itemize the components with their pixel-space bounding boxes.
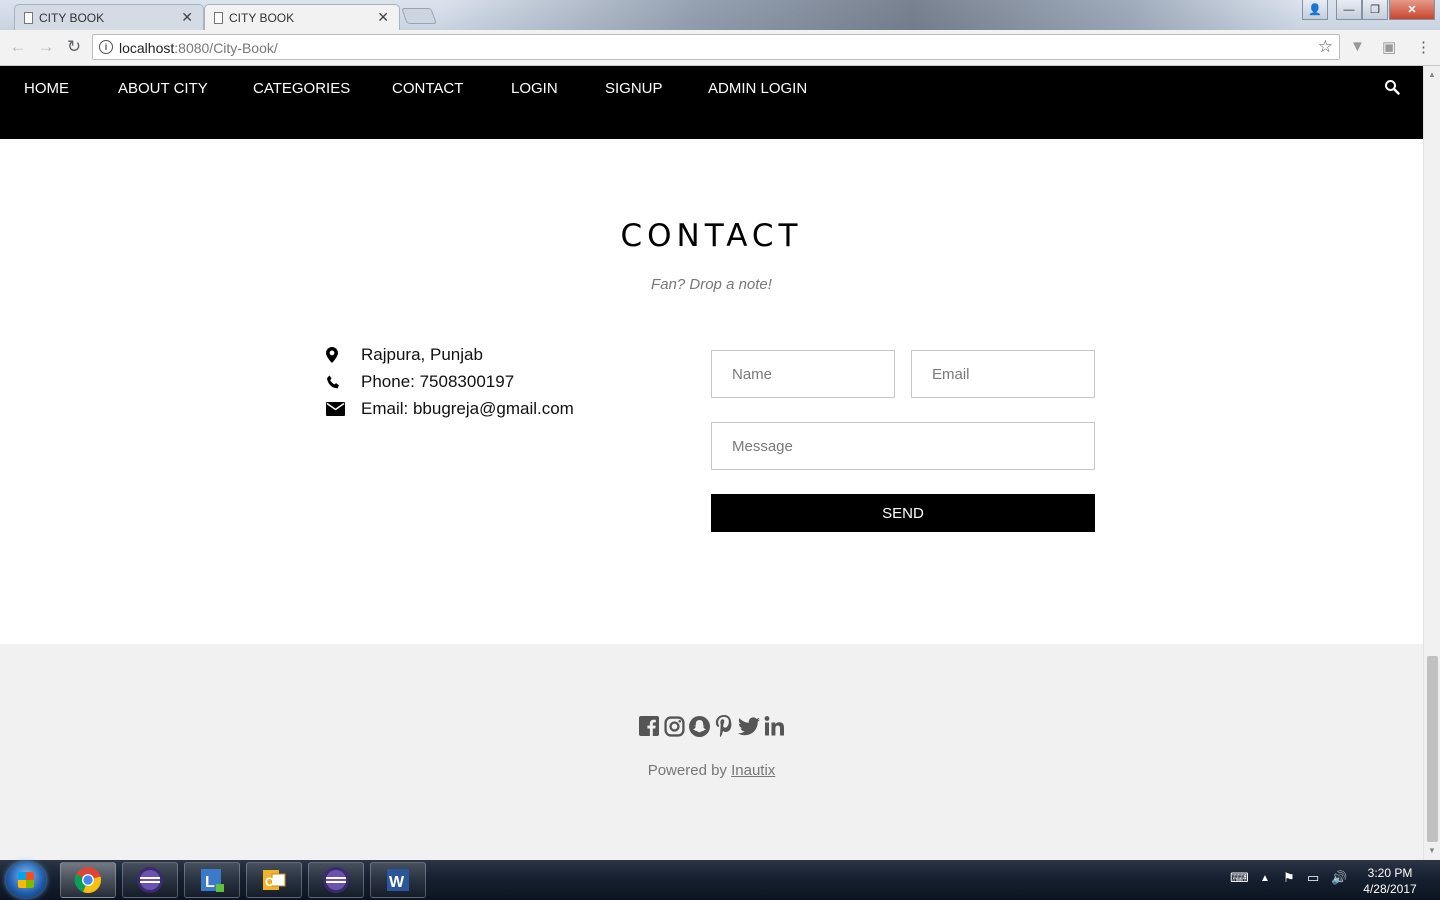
twitter-icon[interactable] <box>738 715 760 737</box>
page-icon <box>24 12 33 24</box>
site-navbar: HOME ABOUT CITY CATEGORIES CONTACT LOGIN… <box>0 66 1423 139</box>
svg-text:O: O <box>265 875 274 889</box>
nav-admin-login[interactable]: ADMIN LOGIN <box>708 80 807 97</box>
extension-icon[interactable]: ▣ <box>1382 38 1396 56</box>
email-text: Email: bbugreja@gmail.com <box>361 399 574 418</box>
user-profile-icon[interactable]: 👤 <box>1302 0 1328 20</box>
powered-by-prefix: Powered by <box>647 762 727 779</box>
email-input[interactable]: Email <box>911 350 1095 398</box>
back-arrow-icon[interactable]: ← <box>8 37 28 57</box>
show-hidden-icons-arrow[interactable]: ▲ <box>1260 873 1270 884</box>
nav-login[interactable]: LOGIN <box>511 80 558 97</box>
phone-icon <box>326 374 361 390</box>
address-text: Rajpura, Punjab <box>361 345 483 364</box>
nav-home[interactable]: HOME <box>24 80 69 97</box>
send-button[interactable]: SEND <box>711 494 1095 532</box>
browser-tab-1[interactable]: CITY BOOK ✕ <box>14 4 204 30</box>
nav-signup[interactable]: SIGNUP <box>605 80 663 97</box>
start-button[interactable] <box>6 862 46 898</box>
new-tab-button[interactable] <box>401 8 437 24</box>
taskbar-lync-icon[interactable]: L <box>184 862 240 898</box>
clock-date: 4/28/2017 <box>1363 882 1417 896</box>
page-scrollbar[interactable]: ▲ ▼ <box>1423 66 1440 860</box>
browser-tab-strip: CITY BOOK ✕ CITY BOOK ✕ 👤 — ❐ ✕ <box>0 0 1440 30</box>
url-path: :8080/City-Book/ <box>174 40 278 56</box>
phone-text: Phone: 7508300197 <box>361 372 515 391</box>
volume-icon[interactable]: 🔊 <box>1331 870 1347 886</box>
taskbar-eclipse-icon-2[interactable] <box>308 862 364 898</box>
address-row: Rajpura, Punjab <box>326 343 483 367</box>
envelope-icon <box>326 402 361 416</box>
page-icon <box>214 12 223 24</box>
browser-tab-2[interactable]: CITY BOOK ✕ <box>204 4 400 30</box>
message-input[interactable]: Message <box>711 422 1095 470</box>
powered-by-text: Powered by Inautix <box>0 762 1423 779</box>
address-bar[interactable]: i localhost:8080/City-Book/ ☆ <box>92 34 1340 60</box>
url-text[interactable]: localhost:8080/City-Book/ <box>119 40 278 56</box>
contact-subtitle: Fan? Drop a note! <box>651 276 772 293</box>
network-icon[interactable]: ▭ <box>1307 870 1319 886</box>
search-icon[interactable] <box>1384 79 1400 95</box>
reload-icon[interactable]: ↻ <box>64 37 84 57</box>
system-clock[interactable]: 3:20 PM 4/28/2017 <box>1356 865 1424 897</box>
taskbar-chrome-icon[interactable] <box>60 862 116 898</box>
close-tab-icon[interactable]: ✕ <box>377 9 389 26</box>
scroll-down-arrow-icon[interactable]: ▼ <box>1428 846 1436 855</box>
action-center-flag-icon[interactable]: ⚑ <box>1283 870 1295 886</box>
svg-text:W: W <box>389 874 405 891</box>
social-links <box>638 715 785 737</box>
map-marker-icon <box>326 347 361 363</box>
phone-row: Phone: 7508300197 <box>326 370 514 394</box>
extension-filter-icon[interactable]: ▼ <box>1350 38 1365 55</box>
email-row: Email: bbugreja@gmail.com <box>326 397 574 421</box>
scrollbar-thumb[interactable] <box>1427 656 1438 842</box>
facebook-icon[interactable] <box>638 715 660 737</box>
pinterest-icon[interactable] <box>713 715 735 737</box>
snapchat-icon[interactable] <box>688 715 710 737</box>
keyboard-icon[interactable]: ⌨ <box>1230 870 1249 886</box>
site-footer: Powered by Inautix <box>0 644 1423 860</box>
windows-taskbar: L O W ⌨ ▲ ⚑ ▭ 🔊 3:20 PM 4/28/2017 <box>0 860 1440 900</box>
contact-heading: CONTACT <box>620 218 803 254</box>
svg-text:L: L <box>205 874 215 891</box>
nav-about-city[interactable]: ABOUT CITY <box>118 80 208 97</box>
menu-kebab-icon[interactable]: ⋮ <box>1416 38 1431 56</box>
url-host: localhost <box>119 40 175 56</box>
forward-arrow-icon[interactable]: → <box>36 37 56 57</box>
browser-toolbar: ← → ↻ i localhost:8080/City-Book/ ☆ ▼ ▣ … <box>0 30 1440 66</box>
taskbar-eclipse-icon[interactable] <box>122 862 178 898</box>
site-info-icon[interactable]: i <box>99 40 113 54</box>
inautix-link[interactable]: Inautix <box>731 762 775 779</box>
linkedin-icon[interactable] <box>763 715 785 737</box>
nav-contact[interactable]: CONTACT <box>392 80 463 97</box>
tab-title: CITY BOOK <box>229 10 295 25</box>
taskbar-word-icon[interactable]: W <box>370 862 426 898</box>
minimize-button[interactable]: — <box>1336 0 1362 20</box>
bookmark-star-icon[interactable]: ☆ <box>1318 37 1333 57</box>
tab-title: CITY BOOK <box>39 10 105 25</box>
name-input[interactable]: Name <box>711 350 895 398</box>
close-tab-icon[interactable]: ✕ <box>181 9 193 26</box>
nav-categories[interactable]: CATEGORIES <box>253 80 350 97</box>
scroll-up-arrow-icon[interactable]: ▲ <box>1428 70 1436 79</box>
taskbar-outlook-icon[interactable]: O <box>246 862 302 898</box>
web-page: HOME ABOUT CITY CATEGORIES CONTACT LOGIN… <box>0 66 1423 860</box>
close-window-button[interactable]: ✕ <box>1389 0 1435 20</box>
clock-time: 3:20 PM <box>1367 866 1413 880</box>
instagram-icon[interactable] <box>663 715 685 737</box>
desktop-wallpaper-strip <box>440 0 1300 30</box>
maximize-button[interactable]: ❐ <box>1362 0 1388 20</box>
